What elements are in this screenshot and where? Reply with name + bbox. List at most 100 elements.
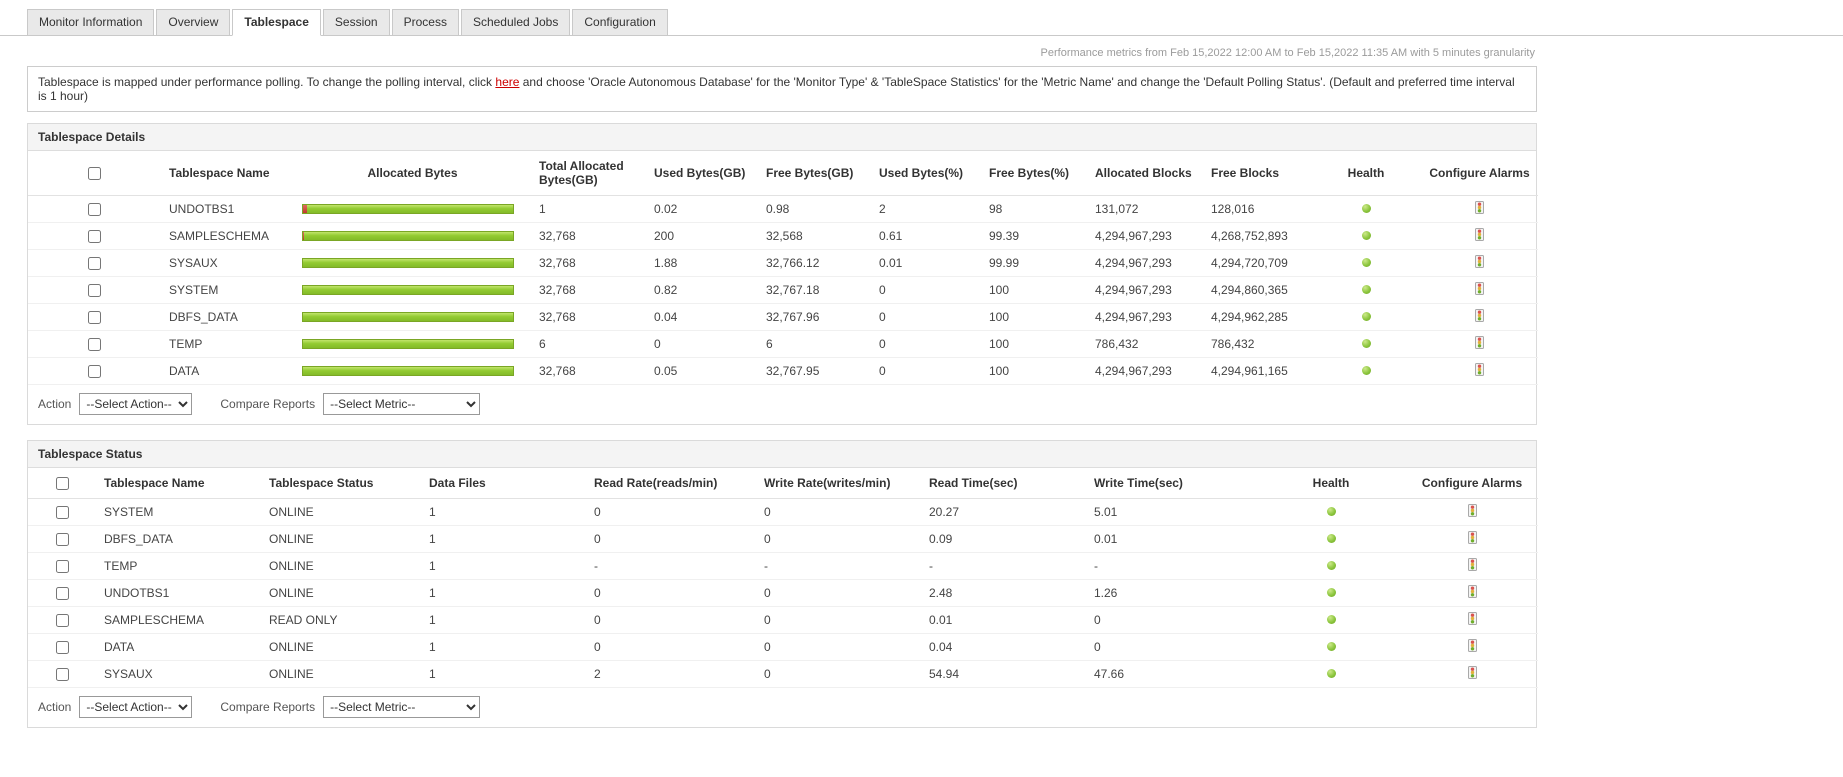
col-used-bytes-gb: Used Bytes(GB) <box>646 151 758 196</box>
configure-alarms-icon[interactable] <box>1475 336 1484 349</box>
allocated-bytes-bar <box>302 285 514 295</box>
polling-info-bar: Tablespace is mapped under performance p… <box>27 66 1537 112</box>
row-select-cell <box>28 498 96 527</box>
data-files-value: 1 <box>421 525 586 554</box>
write-time-value: 47.66 <box>1086 660 1256 689</box>
info-text-before: Tablespace is mapped under performance p… <box>38 75 496 89</box>
row-checkbox[interactable] <box>55 587 69 601</box>
alarm-cell <box>1406 525 1538 554</box>
data-files-value: 1 <box>421 606 586 635</box>
col-write-rate: Write Rate(writes/min) <box>756 468 921 500</box>
used-bytes-pct-value: 0 <box>871 303 981 331</box>
row-checkbox[interactable] <box>88 365 101 379</box>
configure-alarms-icon[interactable] <box>1467 612 1477 626</box>
health-status-icon <box>1361 258 1371 267</box>
details-header-row: Tablespace Name Allocated Bytes Total Al… <box>28 151 1538 196</box>
select-all-checkbox[interactable] <box>88 167 101 181</box>
col-health: Health <box>1256 468 1406 500</box>
row-checkbox[interactable] <box>55 614 69 628</box>
configure-alarms-icon[interactable] <box>1467 585 1477 599</box>
row-checkbox[interactable] <box>55 641 69 655</box>
row-checkbox[interactable] <box>88 311 101 325</box>
health-status-icon <box>1326 669 1336 679</box>
col-tablespace-name: Tablespace Name <box>96 468 261 500</box>
row-checkbox[interactable] <box>88 257 101 271</box>
allocated-bytes-cell <box>294 249 531 277</box>
allocated-blocks-value: 4,294,967,293 <box>1087 357 1203 385</box>
row-checkbox[interactable] <box>55 560 69 574</box>
tablespace-status-title: Tablespace Status <box>28 441 1536 468</box>
read-time-value: 0.04 <box>921 633 1086 662</box>
free-bytes-pct-value: 100 <box>981 330 1087 358</box>
tablespace-name: DBFS_DATA <box>161 303 294 331</box>
tab[interactable]: Overview <box>156 9 231 36</box>
read-rate-value: 0 <box>586 606 756 635</box>
configure-alarms-icon[interactable] <box>1467 558 1477 572</box>
free-bytes-pct-value: 99.99 <box>981 249 1087 277</box>
configure-alarms-icon[interactable] <box>1467 639 1477 653</box>
used-bytes-gb-value: 200 <box>646 222 758 250</box>
allocated-blocks-value: 131,072 <box>1087 195 1203 223</box>
row-checkbox[interactable] <box>55 506 69 520</box>
configure-alarms-icon[interactable] <box>1475 255 1484 268</box>
total-allocated-bytes-value: 32,768 <box>531 357 646 385</box>
configure-alarms-icon[interactable] <box>1475 363 1484 376</box>
details-table-body: UNDOTBS1 1 0.02 0.98 2 98 131,072 128,01… <box>28 195 1538 385</box>
row-checkbox[interactable] <box>88 284 101 298</box>
used-bytes-gb-value: 1.88 <box>646 249 758 277</box>
action-select[interactable]: --Select Action-- <box>79 696 193 719</box>
tab[interactable]: Session <box>322 9 390 36</box>
tablespace-name: SYSAUX <box>96 660 261 689</box>
col-free-blocks: Free Blocks <box>1203 151 1311 196</box>
allocated-bytes-cell <box>294 357 531 385</box>
write-rate-value: 0 <box>756 525 921 554</box>
configure-alarms-icon[interactable] <box>1475 228 1484 241</box>
tab[interactable]: Scheduled Jobs <box>460 9 571 36</box>
configure-alarms-icon[interactable] <box>1475 282 1484 295</box>
select-all-checkbox[interactable] <box>55 477 69 491</box>
configure-alarms-icon[interactable] <box>1475 309 1484 322</box>
polling-interval-link[interactable]: here <box>495 75 519 89</box>
col-tablespace-status: Tablespace Status <box>261 468 421 500</box>
free-bytes-pct-value: 100 <box>981 303 1087 331</box>
row-checkbox[interactable] <box>55 533 69 547</box>
read-rate-value: 0 <box>586 633 756 662</box>
row-select-cell <box>28 579 96 608</box>
configure-alarms-icon[interactable] <box>1467 531 1477 545</box>
row-checkbox[interactable] <box>88 230 101 244</box>
configure-alarms-icon[interactable] <box>1475 201 1484 214</box>
total-allocated-bytes-value: 32,768 <box>531 276 646 304</box>
alarm-cell <box>1406 606 1538 635</box>
data-files-value: 1 <box>421 552 586 581</box>
used-bytes-segment <box>303 232 305 240</box>
read-rate-value: 2 <box>586 660 756 689</box>
tablespace-name: DBFS_DATA <box>96 525 261 554</box>
row-checkbox[interactable] <box>88 203 101 217</box>
configure-alarms-icon[interactable] <box>1467 504 1477 518</box>
read-rate-value: 0 <box>586 498 756 527</box>
allocated-bytes-bar <box>302 339 514 349</box>
tab[interactable]: Configuration <box>572 9 668 36</box>
health-status-icon <box>1326 588 1336 598</box>
alarm-cell <box>1406 579 1538 608</box>
total-allocated-bytes-value: 32,768 <box>531 303 646 331</box>
write-rate-value: 0 <box>756 660 921 689</box>
compare-reports-label: Compare Reports <box>220 397 316 411</box>
compare-metric-select[interactable]: --Select Metric-- <box>323 696 481 719</box>
tab[interactable]: Tablespace <box>232 9 321 36</box>
compare-reports-label: Compare Reports <box>220 700 316 715</box>
action-select[interactable]: --Select Action-- <box>79 393 193 415</box>
table-row: SAMPLESCHEMA 32,768 200 32,568 0.61 99.3… <box>28 222 1538 250</box>
free-bytes-gb-value: 32,568 <box>758 222 871 250</box>
total-allocated-bytes-value: 6 <box>531 330 646 358</box>
compare-metric-select[interactable]: --Select Metric-- <box>323 393 481 415</box>
total-allocated-bytes-value: 32,768 <box>531 222 646 250</box>
row-checkbox[interactable] <box>88 338 101 352</box>
configure-alarms-icon[interactable] <box>1467 666 1477 680</box>
tab[interactable]: Process <box>391 9 459 36</box>
tab[interactable]: Monitor Information <box>27 9 155 36</box>
alarm-cell <box>1421 330 1538 358</box>
table-row: SYSTEM ONLINE 1 0 0 20.27 5.01 <box>28 498 1538 527</box>
health-cell <box>1311 330 1421 358</box>
row-checkbox[interactable] <box>55 668 69 682</box>
